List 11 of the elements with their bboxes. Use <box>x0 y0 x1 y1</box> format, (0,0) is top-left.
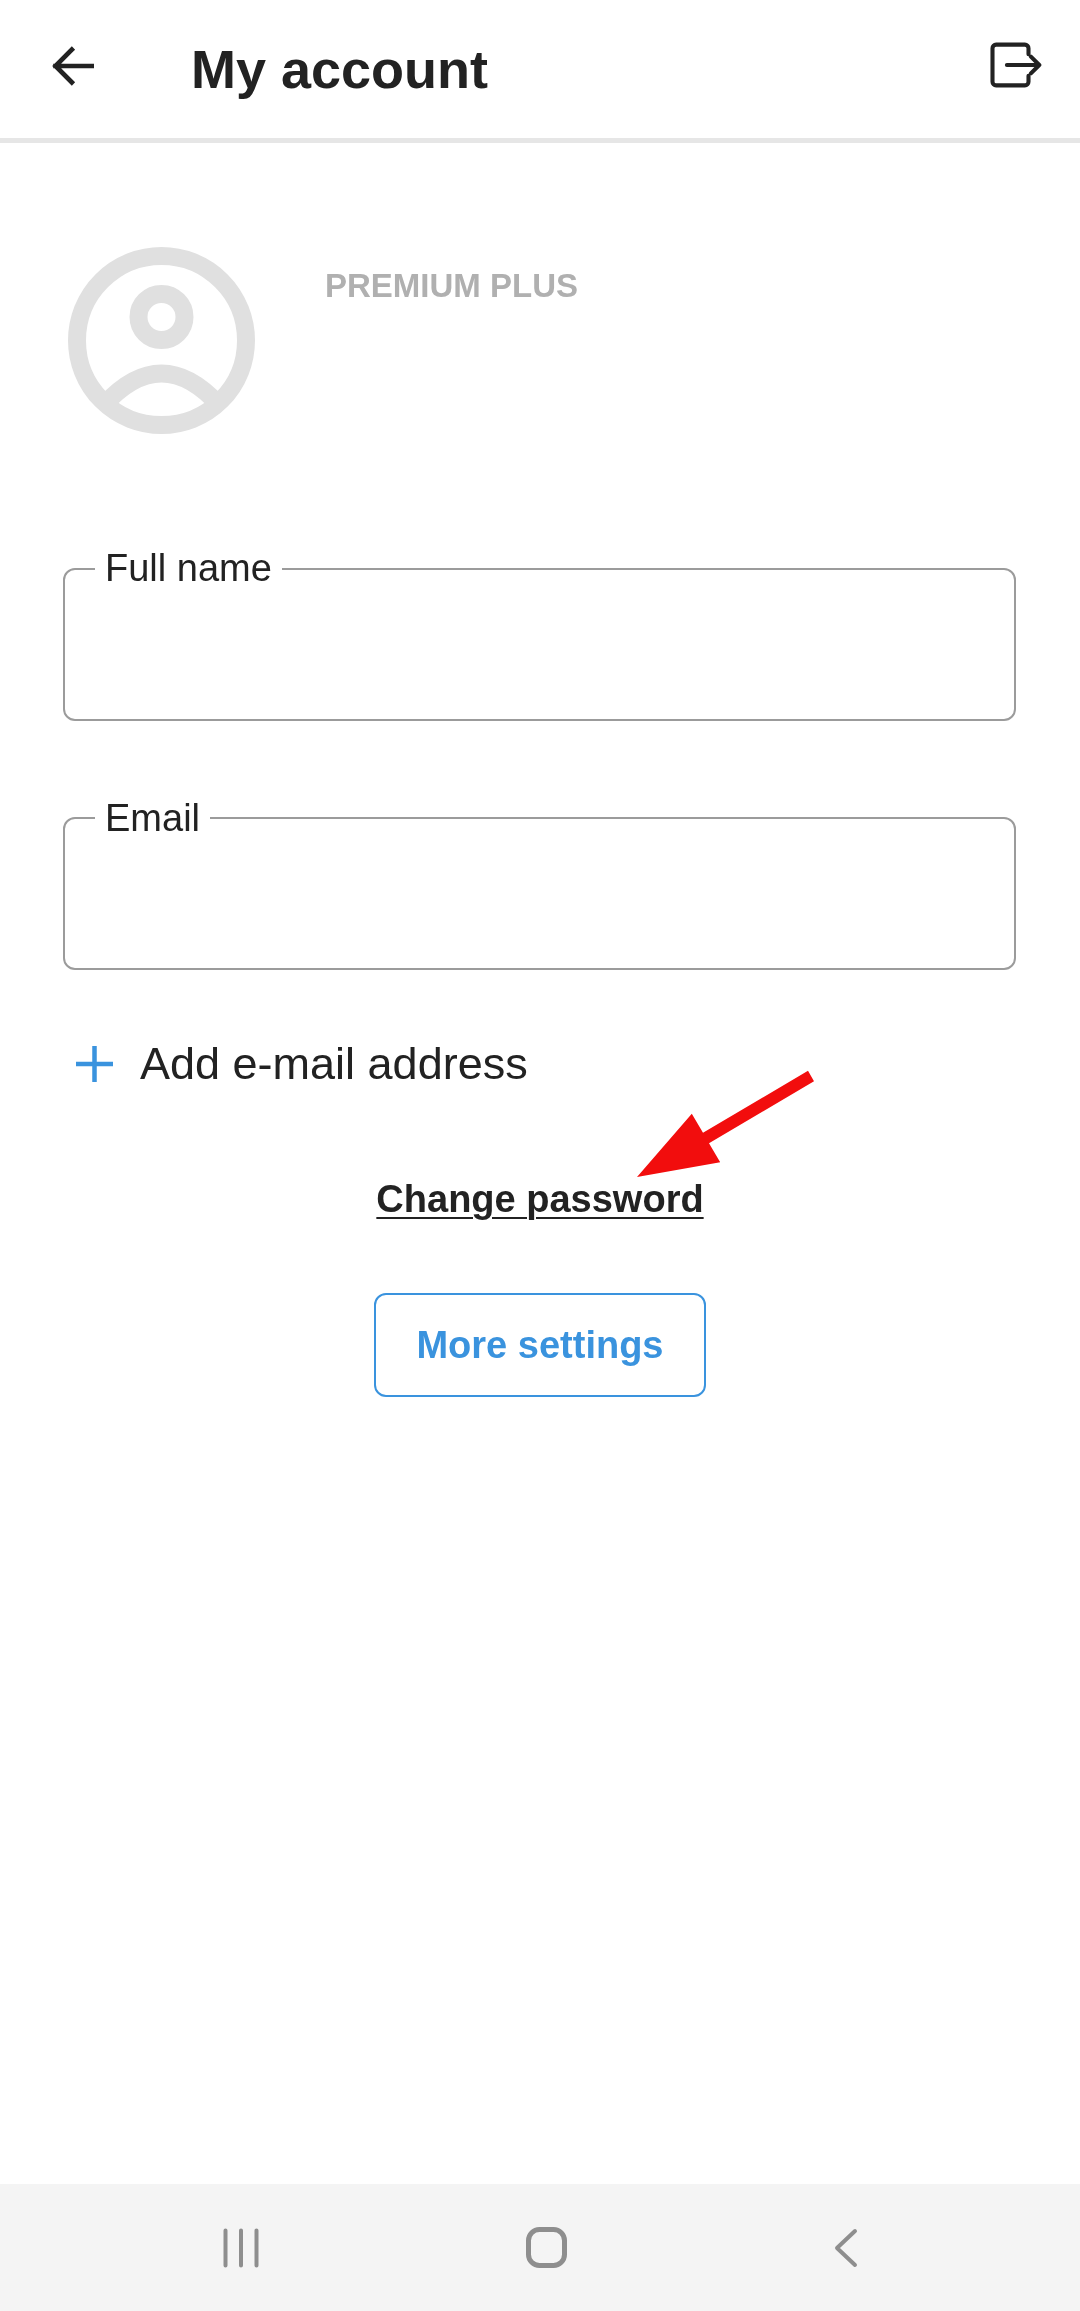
logout-icon[interactable] <box>990 41 1043 89</box>
page-title: My account <box>191 37 489 101</box>
add-email-button[interactable]: Add e-mail address <box>76 1037 528 1092</box>
plan-label: PREMIUM PLUS <box>325 266 578 306</box>
avatar-icon <box>68 247 255 434</box>
home-icon[interactable] <box>525 2227 567 2268</box>
back-icon[interactable] <box>833 2227 858 2268</box>
back-arrow-icon[interactable] <box>52 45 94 87</box>
recents-icon[interactable] <box>222 2227 259 2268</box>
change-password-link[interactable]: Change password <box>376 1180 704 1219</box>
plus-icon <box>76 1046 113 1083</box>
